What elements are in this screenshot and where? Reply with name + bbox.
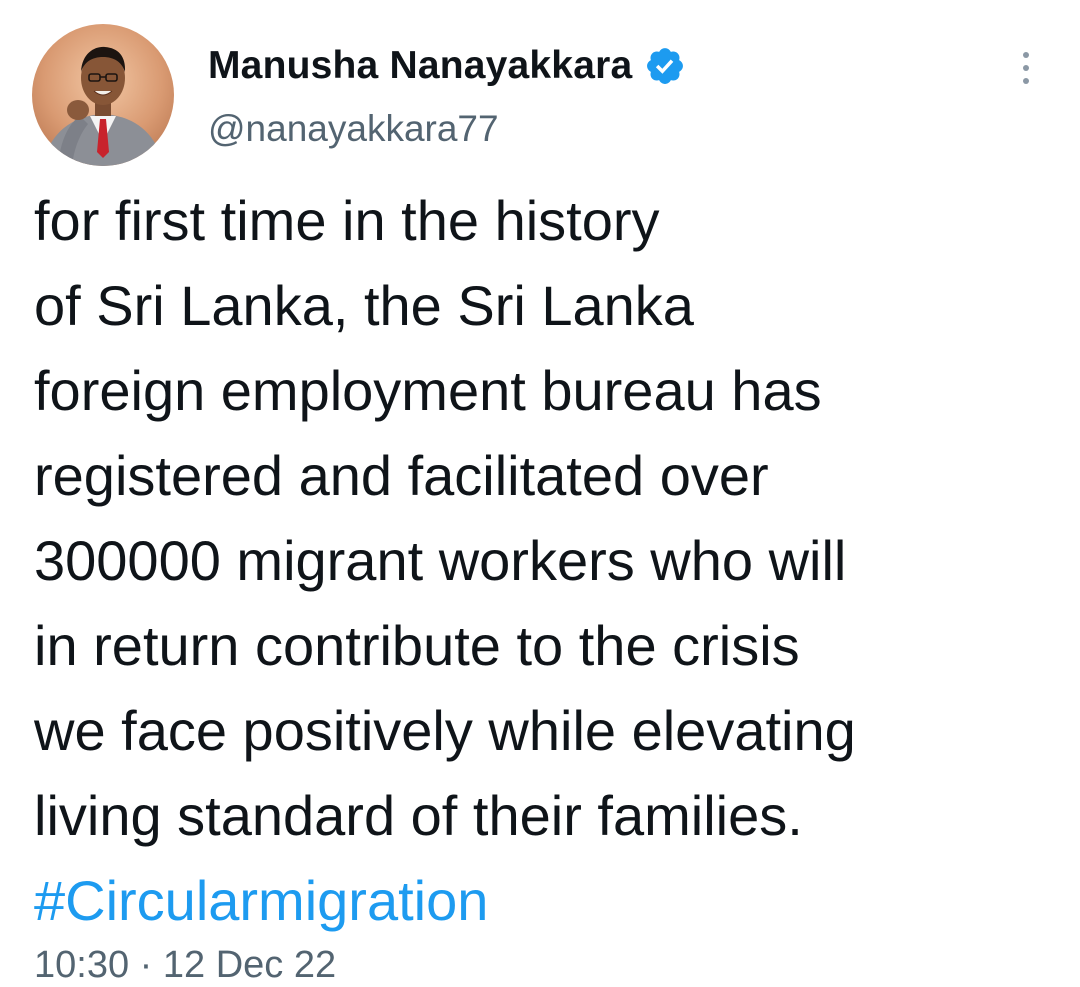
author-display-name[interactable]: Manusha Nanayakkara [208,44,632,88]
author-name-row: Manusha Nanayakkara [208,42,686,90]
hashtag-link[interactable]: #Circularmigration [34,858,1064,943]
author-handle[interactable]: @nanayakkara77 [208,108,499,150]
tweet-text-line: 300000 migrant workers who will [34,529,847,592]
more-options-icon-dot [1023,78,1029,84]
tweet-timestamp[interactable]: 10:30 · 12 Dec 22 [34,944,336,987]
more-options-icon-dot [1023,52,1029,58]
tweet-text-line: foreign employment bureau has [34,359,822,422]
tweet-text-line: living standard of their families. [34,784,803,847]
verified-badge-icon [644,45,686,87]
tweet-text-line: we face positively while elevating [34,699,856,762]
tweet-text-line: registered and facilitated over [34,444,769,507]
author-avatar[interactable] [32,24,174,166]
more-options-icon-dot [1023,65,1029,71]
tweet-text-line: of Sri Lanka, the Sri Lanka [34,274,694,337]
tweet-text-line: for first time in the history [34,189,660,252]
more-options-button[interactable] [1008,46,1044,90]
tweet-body: for first time in the history of Sri Lan… [34,178,1064,943]
tweet-text-line: in return contribute to the crisis [34,614,800,677]
avatar-photo [32,24,174,166]
